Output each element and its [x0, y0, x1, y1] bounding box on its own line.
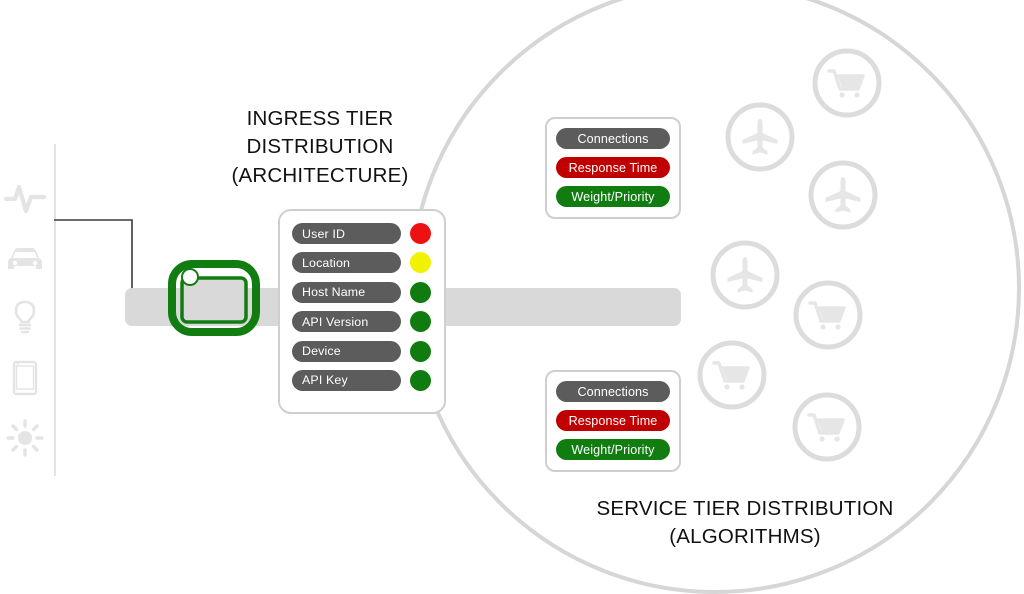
algorithm-pill-connections[interactable]: Connections [556, 381, 670, 402]
sun-icon [2, 415, 48, 461]
algorithm-pill-weight-priority[interactable]: Weight/Priority [556, 186, 670, 207]
attribute-label: Device [292, 340, 401, 362]
attribute-label: User ID [292, 223, 401, 244]
status-badge [410, 311, 431, 333]
algorithm-pill-response-time[interactable]: Response Time [556, 410, 670, 431]
service-caption-line-2: (ALGORITHMS) [669, 525, 821, 549]
attribute-label: API Version [292, 311, 401, 333]
status-badge [410, 369, 431, 391]
table-row[interactable]: Location [292, 252, 434, 274]
airplane-icon [708, 238, 782, 312]
algorithm-box-bottom: Connections Response Time Weight/Priorit… [545, 370, 681, 472]
table-row[interactable]: Host Name [292, 281, 434, 303]
shopping-cart-icon [810, 46, 884, 120]
service-caption-line-1: SERVICE TIER DISTRIBUTION [596, 497, 894, 520]
ingress-title-line-1: INGRESS TIER [246, 107, 394, 130]
diagram-canvas: INGRESS TIER DISTRIBUTION (ARCHITECTURE)… [0, 0, 1024, 594]
airplane-icon [806, 158, 880, 232]
table-row[interactable]: API Key [292, 369, 434, 391]
airplane-icon [723, 100, 797, 174]
status-badge [410, 223, 431, 244]
shopping-cart-icon [695, 338, 769, 412]
algorithm-pill-connections[interactable]: Connections [556, 128, 670, 149]
attribute-label: Location [292, 252, 401, 274]
attribute-label: API Key [292, 369, 401, 391]
status-badge [410, 340, 431, 362]
pulse-icon [2, 175, 48, 221]
shopping-cart-icon [791, 278, 865, 352]
algorithm-pill-weight-priority[interactable]: Weight/Priority [556, 439, 670, 460]
tablet-icon [2, 355, 48, 401]
attribute-label: Host Name [292, 281, 401, 303]
gateway-node-icon [168, 260, 260, 336]
lightbulb-icon [2, 295, 48, 341]
table-row[interactable]: User ID [292, 223, 434, 244]
table-row[interactable]: API Version [292, 311, 434, 333]
status-badge [410, 281, 431, 303]
ingress-tier-title: INGRESS TIER DISTRIBUTION (ARCHITECTURE) [200, 105, 440, 190]
algorithm-pill-response-time[interactable]: Response Time [556, 157, 670, 178]
table-row[interactable]: Device [292, 340, 434, 362]
service-tier-caption: SERVICE TIER DISTRIBUTION (ALGORITHMS) [545, 495, 945, 552]
ingress-title-line-3: (ARCHITECTURE) [231, 163, 409, 187]
car-icon [2, 235, 48, 281]
shopping-cart-icon [790, 390, 864, 464]
device-icon-rail [0, 175, 52, 465]
ingress-attribute-card: User ID Location Host Name API Version D… [278, 209, 446, 414]
status-badge [410, 252, 431, 274]
algorithm-box-top: Connections Response Time Weight/Priorit… [545, 117, 681, 219]
ingress-title-line-2: DISTRIBUTION [246, 135, 394, 159]
